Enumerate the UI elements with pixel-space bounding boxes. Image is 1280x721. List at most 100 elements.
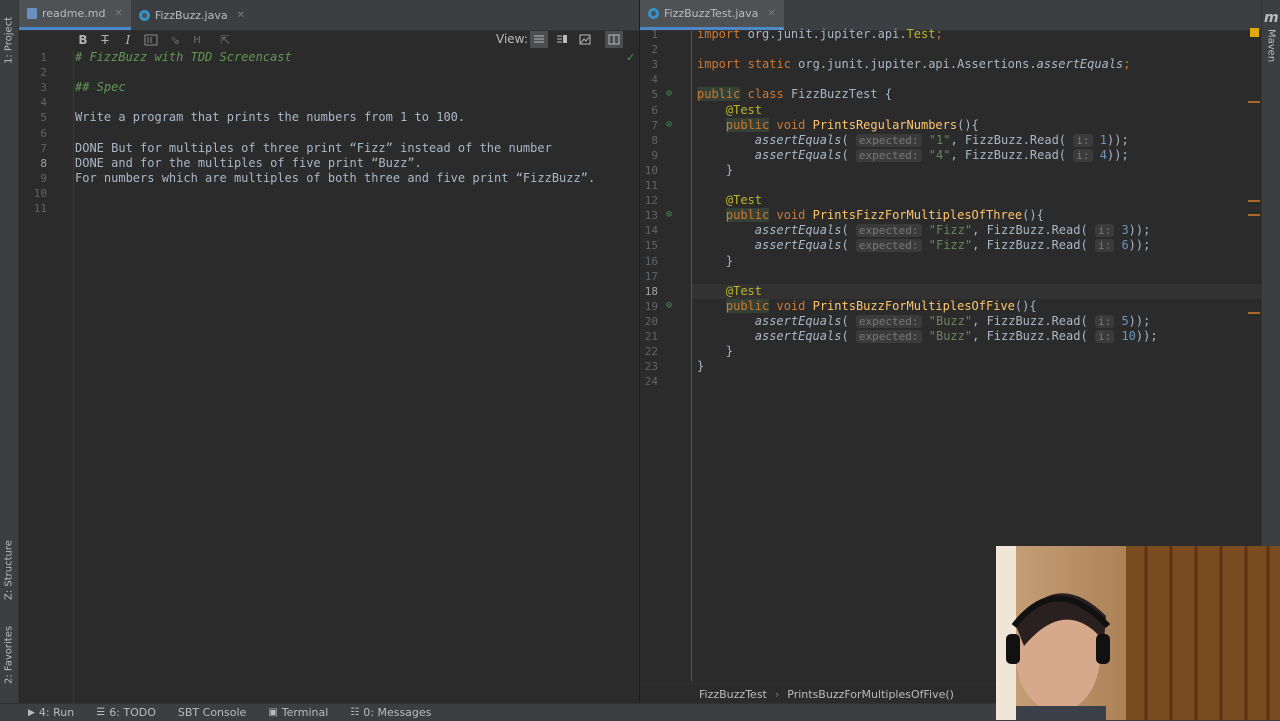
parameter-hint: i:	[1094, 314, 1115, 328]
error-stripe-marker[interactable]	[1248, 214, 1260, 216]
parameter-hint: expected:	[855, 224, 922, 238]
code-token: ,	[972, 238, 987, 253]
warning-indicator-icon[interactable]	[1250, 28, 1259, 37]
bold-button[interactable]: B	[75, 32, 91, 48]
public-keyword: public	[725, 298, 770, 313]
run-test-icon[interactable]: ⊙	[666, 300, 672, 311]
header-level-icon[interactable]: H	[189, 32, 205, 48]
messages-tool-button[interactable]: ☷ 0: Messages	[350, 706, 431, 719]
line-number: 4	[40, 96, 47, 110]
close-icon[interactable]: ✕	[767, 8, 775, 19]
line-number: 1	[40, 51, 47, 64]
preview-only-view-icon[interactable]	[577, 31, 593, 47]
code-line[interactable]: import static org.junit.jupiter.api.Asse…	[697, 57, 1131, 72]
read-call: FizzBuzz.Read(	[986, 223, 1088, 238]
code-line[interactable]: public void PrintsRegularNumbers(){	[725, 117, 979, 133]
code-line[interactable]: @Test	[726, 193, 762, 208]
strikethrough-button[interactable]: T	[97, 32, 113, 48]
gutter-separator	[691, 31, 692, 681]
structure-tool-tab[interactable]: Z: Structure	[0, 535, 18, 605]
readme-line[interactable]: # FizzBuzz with TDD Screencast	[75, 50, 292, 65]
preview-layout-icon[interactable]	[605, 31, 623, 48]
code-token: }	[725, 253, 734, 268]
readme-line[interactable]: DONE But for multiples of three print “F…	[75, 141, 552, 156]
sbt-console-button[interactable]: SBT Console	[178, 706, 246, 719]
breadcrumb-class[interactable]: FizzBuzzTest	[699, 688, 767, 701]
error-stripe-marker[interactable]	[1248, 200, 1260, 202]
import-path: org.junit.jupiter.api.	[747, 27, 907, 41]
code-line[interactable]: import org.junit.jupiter.api.Test;	[697, 27, 943, 42]
close-icon[interactable]: ✕	[114, 8, 122, 19]
terminal-tool-button[interactable]: ▣ Terminal	[268, 706, 328, 719]
code-token: ,	[950, 147, 965, 162]
code-line[interactable]: public void PrintsFizzForMultiplesOfThre…	[725, 208, 1044, 223]
table-icon[interactable]: ⇱	[217, 32, 233, 48]
line-number: 21	[644, 330, 658, 343]
parameter-hint: expected:	[855, 330, 922, 343]
code-line[interactable]: assertEquals( expected: "1", FizzBuzz.Re…	[755, 133, 1129, 148]
parameter-hint: expected:	[855, 239, 922, 253]
readme-line[interactable]: DONE and for the multiples of five print…	[75, 156, 422, 171]
todo-tool-button[interactable]: ☰ 6: TODO	[96, 706, 156, 719]
line-number: 13	[644, 209, 658, 223]
code-line[interactable]: }	[726, 344, 733, 359]
favorites-tool-tab[interactable]: 2: Favorites	[0, 620, 18, 690]
code-token: ,	[950, 132, 965, 147]
messages-label: 0: Messages	[363, 706, 432, 719]
code-token: (	[841, 329, 856, 343]
code-line[interactable]: }	[697, 359, 704, 374]
italic-button[interactable]: I	[120, 32, 136, 48]
split-view-icon[interactable]	[554, 31, 570, 47]
tab-readme[interactable]: readme.md ✕	[19, 0, 131, 30]
code-line[interactable]: public class FizzBuzzTest {	[697, 87, 892, 102]
tab-fizzbuzztest-java[interactable]: FizzBuzzTest.java ✕	[640, 0, 784, 30]
presenter-video-image	[996, 546, 1280, 720]
run-test-icon[interactable]: ⊙	[666, 209, 672, 220]
breadcrumb-method[interactable]: PrintsBuzzForMultiplesOfFive()	[787, 688, 954, 701]
code-line[interactable]: }	[726, 163, 733, 178]
editor-only-view-icon[interactable]	[530, 31, 548, 48]
code-line[interactable]: assertEquals( expected: "Buzz", FizzBuzz…	[755, 329, 1158, 344]
line-number: 18	[644, 284, 658, 298]
code-line[interactable]: @Test	[726, 284, 762, 299]
code-line[interactable]: assertEquals( expected: "Fizz", FizzBuzz…	[754, 223, 1150, 238]
parameter-hint: i:	[1073, 148, 1093, 162]
line-number: 17	[644, 269, 658, 283]
class-declaration: FizzBuzzTest {	[790, 87, 893, 102]
error-stripe-marker[interactable]	[1248, 101, 1260, 103]
argument-value: 5	[1121, 313, 1129, 328]
maven-tool-tab[interactable]: Maven	[1262, 28, 1280, 64]
readme-line[interactable]: ## Spec	[75, 80, 126, 95]
code-span-icon[interactable]	[143, 32, 159, 48]
tab-fizzbuzz-java[interactable]: FizzBuzz.java ✕	[131, 0, 253, 30]
run-test-icon[interactable]: ⊙	[666, 119, 672, 130]
error-stripe-marker[interactable]	[1248, 312, 1260, 314]
code-line[interactable]: assertEquals( expected: "4", FizzBuzz.Re…	[755, 148, 1129, 163]
link-icon[interactable]: ⇘	[167, 32, 183, 48]
code-line[interactable]: public void PrintsBuzzForMultiplesOfFive…	[725, 298, 1037, 314]
code-line[interactable]: assertEquals( expected: "Buzz", FizzBuzz…	[755, 313, 1150, 329]
readme-line[interactable]: For numbers which are multiples of both …	[75, 171, 595, 186]
test-annotation: @Test	[725, 102, 762, 117]
sbt-label: SBT Console	[177, 706, 247, 719]
line-number: 8	[651, 133, 658, 147]
project-tool-tab[interactable]: 1: Project	[0, 10, 18, 70]
assert-call: assertEquals	[754, 223, 842, 238]
run-test-icon[interactable]: ⊙	[666, 88, 672, 99]
code-token: ,	[972, 313, 987, 328]
code-line[interactable]: assertEquals( expected: "Fizz", FizzBuzz…	[755, 238, 1150, 253]
code-token: (	[841, 132, 856, 147]
line-number: 15	[644, 239, 658, 253]
close-icon[interactable]: ✕	[237, 10, 245, 21]
argument-value: 1	[1099, 132, 1107, 147]
code-line[interactable]: }	[726, 254, 733, 269]
code-token: ,	[972, 329, 987, 343]
terminal-icon: ▣	[268, 707, 278, 718]
line-number: 7	[40, 141, 47, 155]
readme-line[interactable]: Write a program that prints the numbers …	[75, 110, 465, 125]
code-token: (	[841, 147, 856, 162]
import-class: Test	[906, 27, 936, 41]
code-line[interactable]: @Test	[726, 103, 762, 118]
run-tool-button[interactable]: ▶ 4: Run	[28, 706, 74, 719]
